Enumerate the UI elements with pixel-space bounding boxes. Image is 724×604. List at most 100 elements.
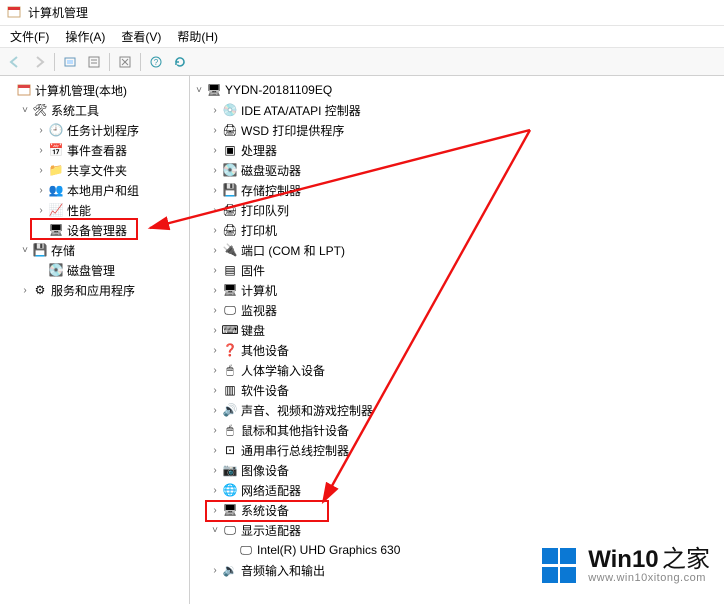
twisty-closed-icon[interactable]: ›	[208, 423, 222, 437]
twisty-closed-icon[interactable]: ›	[208, 123, 222, 137]
twisty-open-icon[interactable]: ˅	[18, 243, 32, 257]
right-root-label: YYDN-20181109EQ	[225, 83, 338, 97]
right-mouse[interactable]: ›🖱鼠标和其他指针设备	[190, 420, 724, 440]
ports-icon: 🔌	[222, 242, 238, 258]
left-storage[interactable]: ˅ 💾 存储	[0, 240, 189, 260]
menu-action[interactable]: 操作(A)	[59, 26, 111, 47]
twisty-closed-icon[interactable]: ›	[208, 243, 222, 257]
left-task-scheduler[interactable]: ›🕘任务计划程序	[0, 120, 189, 140]
twisty-closed-icon[interactable]: ›	[208, 103, 222, 117]
right-keyboard[interactable]: ›⌨键盘	[190, 320, 724, 340]
right-usb[interactable]: ›⊡通用串行总线控制器	[190, 440, 724, 460]
hid-icon: 🖱	[222, 362, 238, 378]
right-ide[interactable]: ›💿IDE ATA/ATAPI 控制器	[190, 100, 724, 120]
menu-file[interactable]: 文件(F)	[4, 26, 55, 47]
right-software[interactable]: ›▥软件设备	[190, 380, 724, 400]
twisty-closed-icon[interactable]: ›	[208, 483, 222, 497]
right-audioio[interactable]: › 🔉 音频输入和输出	[190, 560, 724, 580]
twisty-open-icon[interactable]: ˅	[192, 83, 206, 97]
twisty-blank-icon	[224, 543, 238, 557]
twisty-closed-icon[interactable]: ›	[208, 343, 222, 357]
twisty-closed-icon[interactable]: ›	[208, 163, 222, 177]
twisty-icon[interactable]	[2, 83, 16, 97]
titlebar: 计算机管理	[0, 0, 724, 26]
right-computer[interactable]: ›🖥计算机	[190, 280, 724, 300]
tools-icon: 🛠	[32, 102, 48, 118]
twisty-closed-icon[interactable]: ›	[34, 183, 48, 197]
twisty-closed-icon[interactable]: ›	[208, 403, 222, 417]
toolbar-props-icon[interactable]	[83, 51, 105, 73]
right-imaging[interactable]: ›📷图像设备	[190, 460, 724, 480]
left-local-users[interactable]: ›👥本地用户和组	[0, 180, 189, 200]
twisty-closed-icon[interactable]: ›	[208, 223, 222, 237]
left-device-manager[interactable]: 🖥 设备管理器	[0, 220, 189, 240]
toolbar: ?	[0, 48, 724, 76]
menu-help[interactable]: 帮助(H)	[171, 26, 224, 47]
right-display-adapters[interactable]: ˅ 🖵 显示适配器	[190, 520, 724, 540]
content: 计算机管理(本地) ˅ 🛠 系统工具 ›🕘任务计划程序›📅事件查看器›📁共享文件…	[0, 76, 724, 604]
twisty-blank-icon	[34, 223, 48, 237]
performance-icon: 📈	[48, 202, 64, 218]
right-hid[interactable]: ›🖱人体学输入设备	[190, 360, 724, 380]
twisty-closed-icon[interactable]: ›	[208, 323, 222, 337]
twisty-closed-icon[interactable]: ›	[208, 263, 222, 277]
twisty-open-icon[interactable]: ˅	[208, 523, 222, 537]
right-disk[interactable]: ›💽磁盘驱动器	[190, 160, 724, 180]
right-printq[interactable]: ›🖨打印队列	[190, 200, 724, 220]
twisty-closed-icon[interactable]: ›	[34, 123, 48, 137]
firmware-icon: ▤	[222, 262, 238, 278]
left-systools[interactable]: ˅ 🛠 系统工具	[0, 100, 189, 120]
toolbar-up-icon[interactable]	[59, 51, 81, 73]
right-ports[interactable]: ›🔌端口 (COM 和 LPT)	[190, 240, 724, 260]
storctrl-icon: 💾	[222, 182, 238, 198]
right-storctrl[interactable]: ›💾存储控制器	[190, 180, 724, 200]
right-root[interactable]: ˅ 🖥 YYDN-20181109EQ	[190, 80, 724, 100]
left-root[interactable]: 计算机管理(本地)	[0, 80, 189, 100]
twisty-closed-icon[interactable]: ›	[208, 383, 222, 397]
left-event-viewer[interactable]: ›📅事件查看器	[0, 140, 189, 160]
imaging-icon: 📷	[222, 462, 238, 478]
twisty-open-icon[interactable]: ˅	[18, 103, 32, 117]
right-item-label: 其他设备	[241, 342, 295, 359]
right-sysdev[interactable]: ›🖥系统设备	[190, 500, 724, 520]
toolbar-sep	[109, 53, 110, 71]
toolbar-forward-icon[interactable]	[28, 51, 50, 73]
storage-icon: 💾	[32, 242, 48, 258]
toolbar-refresh-icon[interactable]	[169, 51, 191, 73]
twisty-closed-icon[interactable]: ›	[208, 443, 222, 457]
twisty-closed-icon[interactable]: ›	[208, 363, 222, 377]
twisty-closed-icon[interactable]: ›	[208, 183, 222, 197]
toolbar-back-icon[interactable]	[4, 51, 26, 73]
left-shared-folders[interactable]: ›📁共享文件夹	[0, 160, 189, 180]
twisty-closed-icon[interactable]: ›	[208, 503, 222, 517]
right-cpu[interactable]: ›▣处理器	[190, 140, 724, 160]
right-item-label: 鼠标和其他指针设备	[241, 422, 355, 439]
right-net[interactable]: ›🌐网络适配器	[190, 480, 724, 500]
gpu-icon: 🖵	[238, 542, 254, 558]
twisty-closed-icon[interactable]: ›	[34, 143, 48, 157]
right-firmware[interactable]: ›▤固件	[190, 260, 724, 280]
left-disk-mgmt[interactable]: 💽 磁盘管理	[0, 260, 189, 280]
twisty-closed-icon[interactable]: ›	[208, 283, 222, 297]
twisty-closed-icon[interactable]: ›	[208, 463, 222, 477]
twisty-closed-icon[interactable]: ›	[34, 163, 48, 177]
right-audiovideo[interactable]: ›🔊声音、视频和游戏控制器	[190, 400, 724, 420]
twisty-closed-icon[interactable]: ›	[208, 143, 222, 157]
twisty-closed-icon[interactable]: ›	[208, 303, 222, 317]
left-diskmgmt-label: 磁盘管理	[67, 262, 121, 279]
menu-view[interactable]: 查看(V)	[115, 26, 167, 47]
twisty-closed-icon[interactable]: ›	[34, 203, 48, 217]
twisty-closed-icon[interactable]: ›	[18, 283, 32, 297]
right-other[interactable]: ›❓其他设备	[190, 340, 724, 360]
cpu-icon: ▣	[222, 142, 238, 158]
toolbar-x-icon[interactable]	[114, 51, 136, 73]
left-services[interactable]: › ⚙ 服务和应用程序	[0, 280, 189, 300]
right-display-child[interactable]: 🖵 Intel(R) UHD Graphics 630	[190, 540, 724, 560]
left-performance[interactable]: ›📈性能	[0, 200, 189, 220]
right-printer[interactable]: ›🖨打印机	[190, 220, 724, 240]
right-monitor[interactable]: ›🖵监视器	[190, 300, 724, 320]
twisty-closed-icon[interactable]: ›	[208, 563, 222, 577]
toolbar-help-icon[interactable]: ?	[145, 51, 167, 73]
twisty-closed-icon[interactable]: ›	[208, 203, 222, 217]
right-wsd[interactable]: ›🖨WSD 打印提供程序	[190, 120, 724, 140]
